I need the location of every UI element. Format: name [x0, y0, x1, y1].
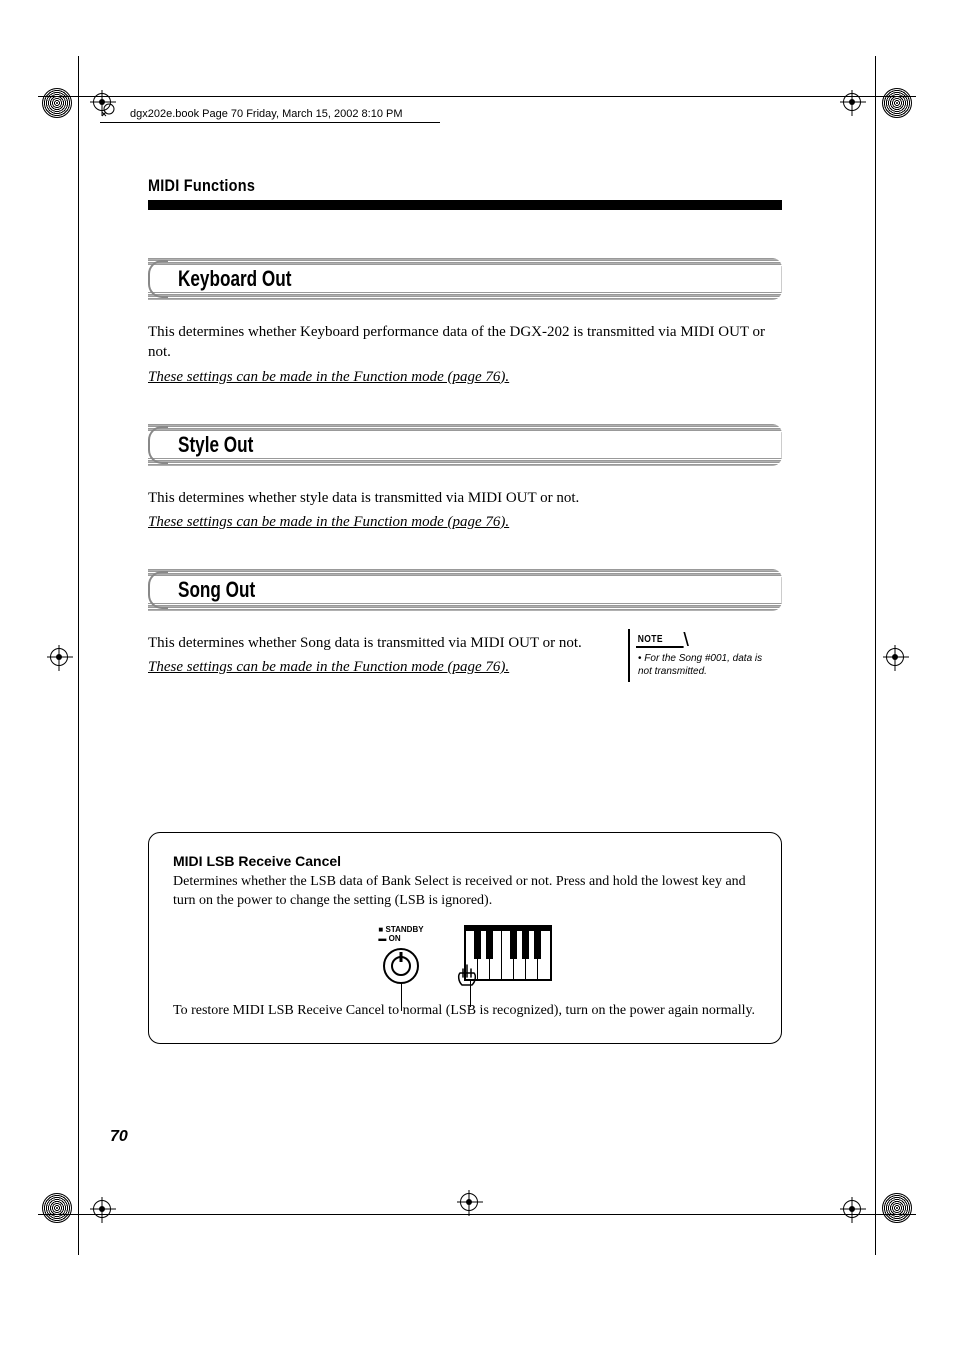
- frame-line: [875, 56, 876, 1255]
- section-link: These settings can be made in the Functi…: [148, 659, 610, 676]
- switch-standby-label: ■ STANDBY: [378, 925, 423, 935]
- section-link: These settings can be made in the Functi…: [148, 514, 782, 531]
- page-number: 70: [110, 1128, 128, 1146]
- frame-line: [78, 56, 79, 1255]
- tagline-underline: [100, 122, 440, 123]
- section-song-out: Song Out This determines whether Song da…: [148, 569, 782, 682]
- book-tagline: dgx202e.book Page 70 Friday, March 15, 2…: [130, 108, 403, 120]
- crop-corner-tl: [42, 88, 72, 118]
- registration-mark: [460, 1193, 478, 1211]
- section-title: Keyboard Out: [178, 266, 291, 292]
- section-header: Style Out: [148, 424, 782, 466]
- switch-on-label: ▬ ON: [378, 934, 423, 944]
- info-box-footer: To restore MIDI LSB Receive Cancel to no…: [173, 1002, 757, 1021]
- section-body: This determines whether Song data is tra…: [148, 633, 610, 653]
- section-title: Song Out: [178, 577, 255, 603]
- registration-mark: [93, 1200, 111, 1218]
- section-keyboard-out: Keyboard Out This determines whether Key…: [148, 258, 782, 386]
- section-link: These settings can be made in the Functi…: [148, 369, 782, 386]
- section-title: Style Out: [178, 432, 253, 458]
- section-body: This determines whether Keyboard perform…: [148, 322, 782, 363]
- registration-mark: [886, 648, 904, 666]
- info-box-midi-lsb: MIDI LSB Receive Cancel Determines wheth…: [148, 832, 782, 1044]
- section-header: Song Out: [148, 569, 782, 611]
- power-switch-illustration: ■ STANDBY ▬ ON: [378, 925, 423, 984]
- section-header: Keyboard Out: [148, 258, 782, 300]
- chapter-title-bar: [148, 200, 782, 210]
- frame-line: [38, 1214, 916, 1215]
- keyboard-illustration: [464, 925, 552, 981]
- chapter-title: MIDI Functions: [148, 176, 687, 196]
- note-body: For the Song #001, data is not transmitt…: [636, 648, 778, 678]
- section-style-out: Style Out This determines whether style …: [148, 424, 782, 531]
- registration-mark: [50, 648, 68, 666]
- info-box-body: Determines whether the LSB data of Bank …: [173, 873, 757, 911]
- crop-corner-bl: [42, 1193, 72, 1223]
- knob-icon: [383, 948, 419, 984]
- crop-corner-br: [882, 1193, 912, 1223]
- frame-line: [38, 96, 916, 97]
- crop-corner-tr: [882, 88, 912, 118]
- hand-icon: [454, 963, 480, 989]
- diagram: ■ STANDBY ▬ ON: [173, 925, 757, 984]
- note-label: NOTE: [636, 634, 683, 648]
- section-body: This determines whether style data is tr…: [148, 488, 782, 508]
- note-box: NOTE For the Song #001, data is not tran…: [628, 629, 778, 682]
- registration-mark: [843, 1200, 861, 1218]
- info-box-title: MIDI LSB Receive Cancel: [173, 853, 757, 869]
- book-mark-icon: [100, 100, 118, 118]
